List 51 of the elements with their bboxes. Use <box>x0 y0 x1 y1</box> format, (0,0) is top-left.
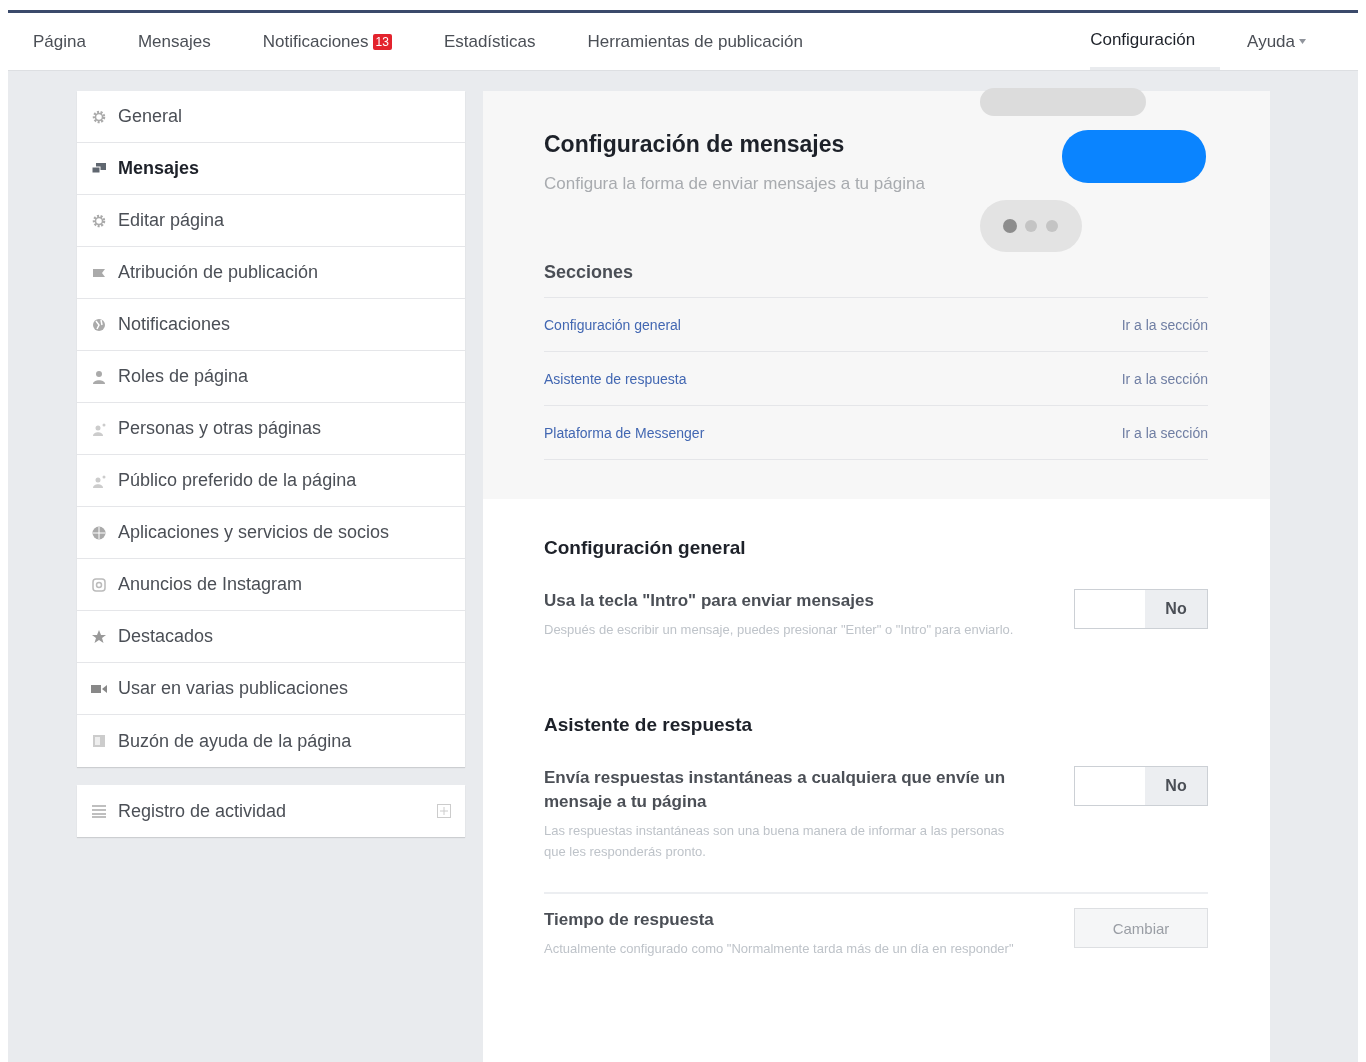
go-to-section-link[interactable]: Ir a la sección <box>1121 316 1208 333</box>
sidebar-item[interactable]: Personas y otras páginas <box>77 403 465 455</box>
nav-tab[interactable]: Mensajes <box>137 13 236 70</box>
section-link[interactable]: Plataforma de Messenger <box>544 424 705 441</box>
group-heading: Asistente de respuesta <box>544 714 753 736</box>
list-icon <box>91 803 107 819</box>
gear-icon <box>91 212 107 229</box>
globe-icon <box>91 524 107 541</box>
sidebar-item[interactable]: Aplicaciones y servicios de socios <box>77 507 465 559</box>
activity-log-item[interactable]: Registro de actividad <box>77 785 465 837</box>
notification-badge: 13 <box>372 33 392 50</box>
sidebar-item[interactable]: Roles de página <box>77 351 465 403</box>
sidebar-item[interactable]: Anuncios de Instagram <box>77 559 465 611</box>
section-link[interactable]: Asistente de respuesta <box>544 370 687 387</box>
group-heading: Configuración general <box>544 537 746 559</box>
sidebar-item[interactable]: Buzón de ayuda de la página <box>77 715 465 767</box>
nav-tab[interactable]: Configuración <box>1090 13 1221 70</box>
setting-description: Las respuestas instantáneas son una buena manera de informar a las personas que les responderás pronto. <box>544 822 1006 861</box>
setting-description: Después de escribir un mensaje, puedes presionar "Enter" o "Intro" para enviarlo. <box>544 621 1014 639</box>
toggle-switch[interactable]: No <box>1074 766 1208 806</box>
page-subtitle: Configura la forma de enviar mensajes a tu página <box>544 174 925 194</box>
camera-icon <box>91 576 107 593</box>
globe-icon <box>91 316 107 333</box>
nav-tab[interactable]: Página <box>33 13 111 70</box>
sections-heading: Secciones <box>544 262 634 283</box>
setting-label: Usa la tecla "Intro" para enviar mensajes <box>544 590 874 612</box>
plus-icon <box>437 804 451 818</box>
star-icon <box>91 628 107 645</box>
inbox-icon <box>91 733 107 749</box>
nav-tab[interactable]: Ayuda <box>1247 13 1331 70</box>
nav-tab[interactable]: Notificaciones 13 <box>262 13 417 70</box>
gear-icon <box>91 108 107 125</box>
person-icon <box>91 368 107 385</box>
sidebar-item[interactable]: Destacados <box>77 611 465 663</box>
nav-tab[interactable]: Herramientas de publicación <box>587 13 828 70</box>
sidebar-item[interactable]: Notificaciones <box>77 299 465 351</box>
toggle-switch[interactable]: No <box>1074 589 1208 629</box>
sidebar-item[interactable]: Mensajes <box>77 143 465 195</box>
sidebar-item[interactable]: Editar página <box>77 195 465 247</box>
setting-description: Actualmente configurado como "Normalmente tarda más de un día en responder" <box>544 940 1014 958</box>
sidebar-item[interactable]: Atribución de publicación <box>77 247 465 299</box>
sidebar-item[interactable]: General <box>77 91 465 143</box>
page-title: Configuración de mensajes <box>544 131 845 158</box>
sidebar-item[interactable]: Público preferido de la página <box>77 455 465 507</box>
setting-label: Envía respuestas instantáneas a cualquiera que envíe un mensaje a tu página <box>544 767 1007 813</box>
setting-label: Tiempo de respuesta <box>544 909 714 931</box>
section-link[interactable]: Configuración general <box>544 316 681 333</box>
sidebar-item[interactable]: Usar en varias publicaciones <box>77 663 465 715</box>
go-to-section-link[interactable]: Ir a la sección <box>1121 370 1208 387</box>
nav-tab[interactable]: Estadísticas <box>443 13 561 70</box>
go-to-section-link[interactable]: Ir a la sección <box>1121 424 1208 441</box>
